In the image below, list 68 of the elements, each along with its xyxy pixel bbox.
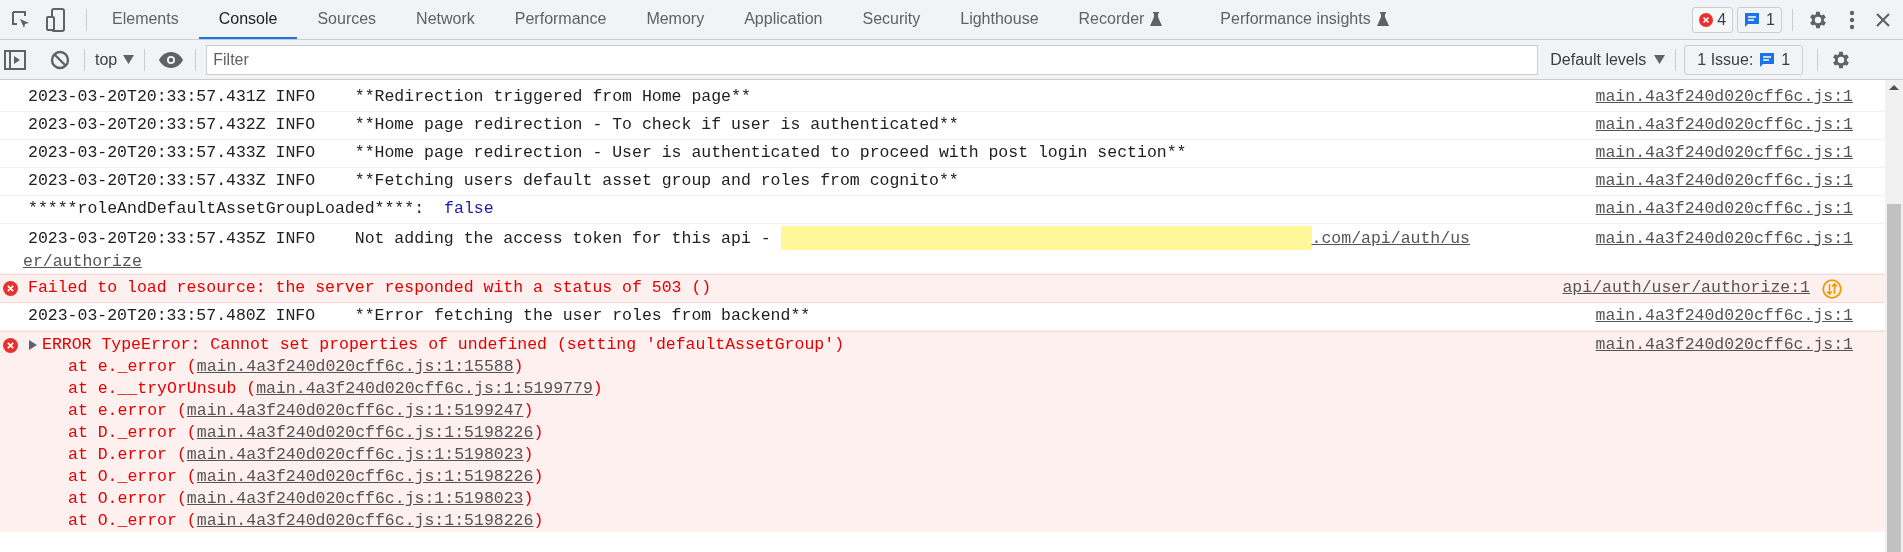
context-dropdown[interactable]: top — [95, 47, 135, 72]
source-link[interactable]: main.4a3f240d020cff6c.js:1 — [1595, 85, 1853, 110]
stack-frame: at e.error (main.4a3f240d020cff6c.js:1:5199247) — [28, 400, 1853, 422]
source-link[interactable]: main.4a3f240d020cff6c.js:1 — [1595, 334, 1853, 356]
issues-button[interactable]: 1 Issue: 1 — [1684, 44, 1804, 75]
source-link[interactable]: api/auth/user/authorize:1 — [1562, 276, 1810, 301]
log-message: 2023-03-20T20:33:57.431Z INFO **Redirection triggered from Home page** — [28, 86, 752, 109]
source-link[interactable]: main.4a3f240d020cff6c.js:1 — [1595, 197, 1853, 222]
panel-tab[interactable]: Memory — [626, 0, 725, 39]
log-message: 2023-03-20T20:33:57.433Z INFO **Home page redirection - User is authenticated to proceed with post login section** — [28, 142, 1188, 165]
error-count-badge[interactable]: 4 — [1692, 6, 1734, 33]
panel-tab[interactable]: Recorder — [1058, 0, 1183, 39]
log-message: *****roleAndDefaultAssetGroupLoaded****: — [28, 198, 425, 221]
panel-tab[interactable]: Performance insights — [1200, 0, 1409, 39]
log-message: 2023-03-20T20:33:57.433Z INFO **Fetching users default asset group and roles from cognito** — [28, 170, 960, 193]
panel-tab[interactable]: Application — [724, 0, 843, 39]
log-message: 2023-03-20T20:33:57.480Z INFO **Error fetching the user roles from backend** — [28, 305, 812, 328]
stack-link[interactable]: main.4a3f240d020cff6c.js:1:5199247 — [186, 401, 524, 420]
stack-frame: at D.error (main.4a3f240d020cff6c.js:1:5198023) — [28, 444, 1853, 466]
stack-link[interactable]: main.4a3f240d020cff6c.js:1:5198023 — [186, 445, 524, 464]
stack-link[interactable]: main.4a3f240d020cff6c.js:1:5198023 — [186, 489, 524, 508]
message-icon — [1759, 51, 1776, 68]
stack-link[interactable]: main.4a3f240d020cff6c.js:1:5198226 — [196, 511, 534, 530]
panel-tab[interactable]: Sources — [297, 0, 397, 39]
stack-link[interactable]: main.4a3f240d020cff6c.js:1:5198226 — [196, 423, 534, 442]
log-value: false — [444, 198, 495, 221]
filter-field[interactable]: Filter — [206, 44, 1539, 75]
sidebar-toggle-icon[interactable] — [4, 49, 26, 70]
message-count-badge[interactable]: 1 — [1737, 6, 1782, 33]
stack-frame: at e.__tryOrUnsub (main.4a3f240d020cff6c.js:1:5199779) — [28, 378, 1853, 400]
error-message: Failed to load resource: the server responded with a status of 503 () — [28, 277, 713, 300]
stack-frame: at O.error (main.4a3f240d020cff6c.js:1:5198023) — [28, 488, 1853, 510]
panel-tab[interactable]: Elements — [92, 0, 199, 39]
log-message: 2023-03-20T20:33:57.435Z INFO Not adding the access token for this api - — [28, 227, 772, 250]
stack-link[interactable]: main.4a3f240d020cff6c.js:1:15588 — [196, 357, 514, 376]
log-message: 2023-03-20T20:33:57.432Z INFO **Home page redirection - To check if user is authenticated** — [28, 114, 960, 137]
device-toolbar-icon[interactable] — [46, 7, 66, 32]
panel-tab[interactable]: Network — [396, 0, 495, 39]
source-link[interactable]: main.4a3f240d020cff6c.js:1 — [1595, 169, 1853, 194]
source-link[interactable]: main.4a3f240d020cff6c.js:1 — [1595, 113, 1853, 138]
caret-icon — [123, 55, 135, 64]
clear-console-icon[interactable] — [50, 49, 70, 70]
levels-dropdown[interactable]: Default levels — [1550, 47, 1666, 72]
stack-frame: at e._error (main.4a3f240d020cff6c.js:1:15588) — [28, 356, 1853, 378]
panel-tab[interactable]: Performance — [494, 0, 627, 39]
stack-frame: at O._error (main.4a3f240d020cff6c.js:1:5198226) — [28, 466, 1853, 488]
error-icon — [3, 281, 18, 296]
source-link[interactable]: main.4a3f240d020cff6c.js:1 — [1595, 304, 1853, 329]
error-message: ERROR TypeError: Cannot set properties of undefined (setting 'defaultAssetGroup') — [42, 334, 846, 356]
error-icon — [1699, 12, 1714, 27]
stack-frame: at O._error (main.4a3f240d020cff6c.js:1:5198226) — [28, 510, 1853, 532]
more-options-icon[interactable] — [1849, 9, 1855, 30]
source-link[interactable]: .com/api/auth/us — [1311, 226, 1596, 250]
source-link[interactable]: main.4a3f240d020cff6c.js:1 — [1595, 226, 1853, 250]
caret-icon — [1654, 55, 1666, 64]
scrollbar-thumb[interactable] — [1887, 204, 1901, 552]
panel-tab[interactable]: Lighthouse — [940, 0, 1059, 39]
close-icon[interactable] — [1875, 11, 1891, 28]
stack-frame: at D._error (main.4a3f240d020cff6c.js:1:5198226) — [28, 422, 1853, 444]
stack-link[interactable]: main.4a3f240d020cff6c.js:1:5199779 — [256, 379, 593, 398]
panel-tab[interactable]: Security — [842, 0, 941, 39]
source-link[interactable]: main.4a3f240d020cff6c.js:1 — [1595, 141, 1853, 166]
error-icon — [3, 338, 18, 353]
eye-icon[interactable] — [159, 51, 184, 68]
source-link[interactable]: er/authorize — [23, 252, 142, 271]
stack-link[interactable]: main.4a3f240d020cff6c.js:1:5198226 — [196, 467, 534, 486]
message-icon — [1744, 11, 1761, 28]
expand-triangle-icon[interactable] — [28, 338, 38, 352]
